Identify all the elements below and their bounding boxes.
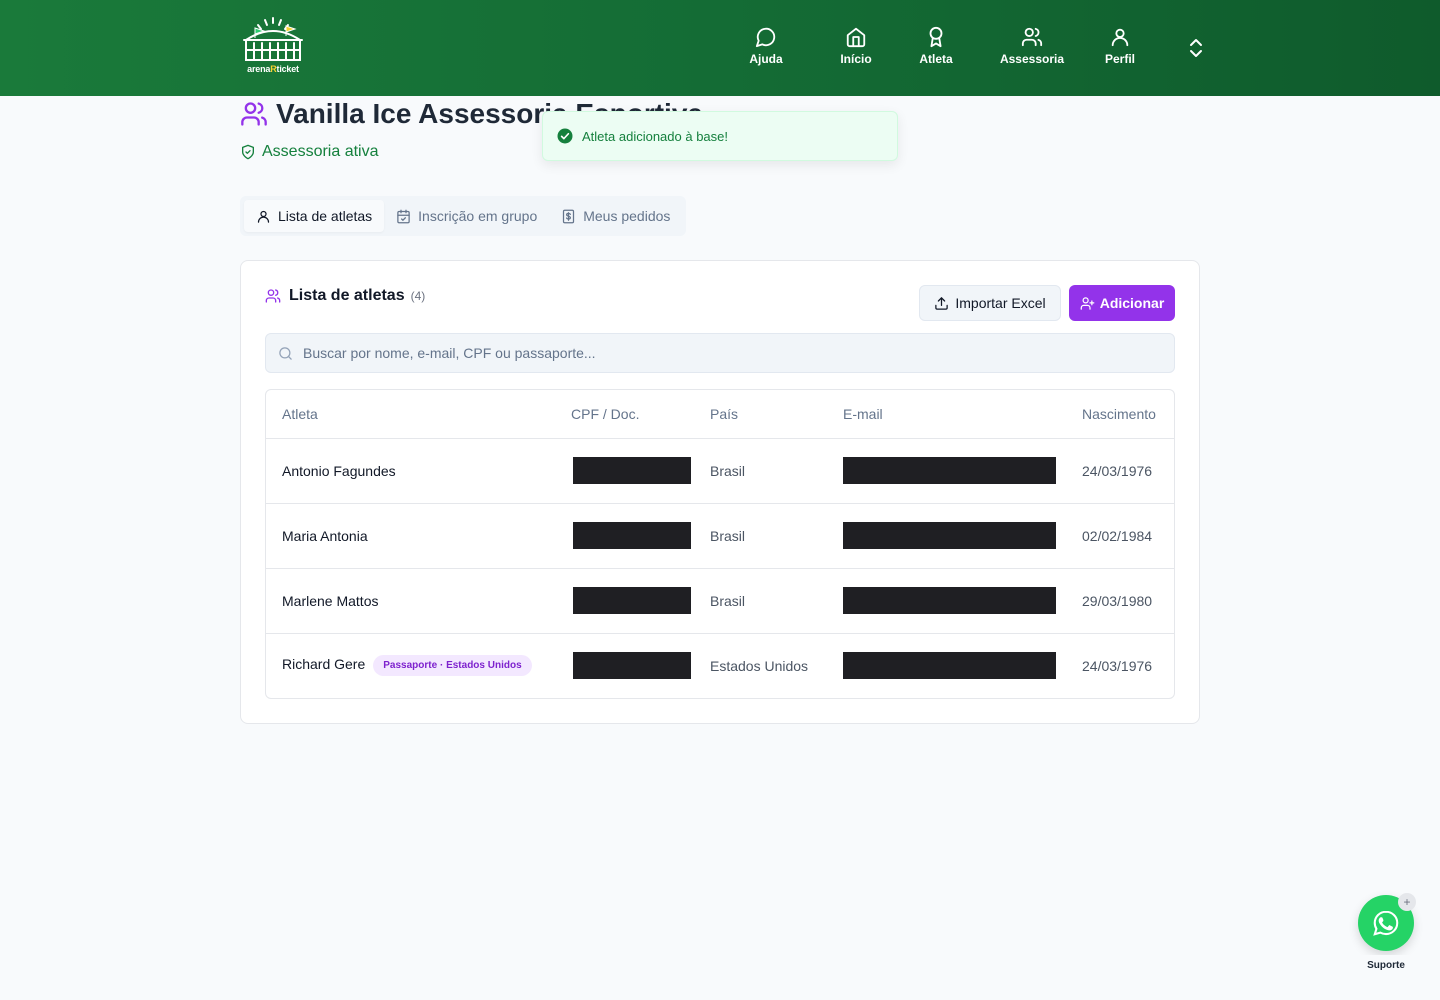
- column-header-nascimento: Nascimento: [1082, 390, 1174, 439]
- table-row[interactable]: Richard Gere Passaporte · Estados Unidos …: [266, 633, 1174, 698]
- user-plus-icon: [1080, 296, 1095, 310]
- nav-assessoria-label: Assessoria: [999, 52, 1065, 66]
- tab-label: Lista de atletas: [278, 208, 373, 224]
- athlete-name: Richard Gere: [282, 656, 366, 673]
- passport-badge: Passaporte · Estados Unidos: [373, 655, 532, 677]
- whatsapp-icon: [1373, 910, 1399, 936]
- nav-atleta-label: Atleta: [919, 52, 953, 66]
- athlete-country: Brasil: [710, 568, 843, 634]
- athlete-birthdate: 02/02/1984: [1082, 503, 1174, 569]
- athletes-table: Atleta CPF / Doc. País E-mail Nascimento…: [265, 389, 1175, 699]
- redacted-email: [843, 457, 1056, 484]
- redacted-email: [843, 522, 1056, 549]
- nav-inicio[interactable]: Início: [816, 26, 896, 66]
- athletes-card: Lista de atletas (4) Importar Excel Adic…: [240, 260, 1200, 724]
- column-header-atleta: Atleta: [266, 390, 571, 439]
- search-icon: [279, 346, 292, 360]
- athlete-name: Antonio Fagundes: [282, 462, 396, 479]
- nav-atleta[interactable]: Atleta: [896, 26, 976, 66]
- receipt-icon: [563, 209, 575, 223]
- logo-wordmark: arenaRticket: [247, 64, 299, 74]
- redacted-email: [843, 652, 1056, 680]
- nav-perfil-label: Perfil: [1104, 52, 1135, 66]
- calendar-check-icon: [397, 209, 410, 223]
- nav-ajuda-label: Ajuda: [749, 52, 783, 66]
- tabs-bar: Lista de atletas Inscrição em grupo Meus…: [240, 196, 687, 236]
- import-excel-button[interactable]: Importar Excel: [919, 285, 1061, 321]
- top-navbar: arenaRticket Ajuda Início Atleta Assesso…: [0, 0, 1440, 96]
- table-header-row: Atleta CPF / Doc. País E-mail Nascimento: [266, 390, 1174, 439]
- column-header-cpf: CPF / Doc.: [571, 390, 710, 439]
- redacted-document: [573, 457, 691, 484]
- main-nav: Ajuda Início Atleta Assessoria Perfil: [736, 26, 1208, 66]
- nav-inicio-label: Início: [840, 52, 872, 66]
- award-icon: [929, 26, 943, 48]
- arena-ticket-logo[interactable]: arenaRticket: [240, 16, 306, 76]
- redacted-email: [843, 587, 1056, 614]
- close-support-icon[interactable]: +: [1398, 893, 1416, 911]
- search-input[interactable]: [303, 345, 1163, 361]
- user-icon: [1111, 28, 1129, 47]
- column-header-pais: País: [710, 390, 843, 439]
- check-circle-icon: [557, 128, 573, 144]
- redacted-document: [573, 587, 691, 614]
- redacted-document: [573, 652, 691, 680]
- chevrons-up-down-icon[interactable]: [1184, 36, 1208, 60]
- athlete-country: Brasil: [710, 503, 843, 569]
- users-icon: [241, 102, 267, 126]
- athlete-count: (4): [410, 289, 426, 303]
- tab-inscricao-em-grupo[interactable]: Inscrição em grupo: [384, 200, 549, 232]
- add-athlete-button[interactable]: Adicionar: [1069, 285, 1175, 321]
- athlete-country: Estados Unidos: [710, 657, 809, 674]
- success-toast: Atleta adicionado à base!: [542, 111, 898, 161]
- status-text: Assessoria ativa: [262, 143, 379, 160]
- stadium-logo-icon: [243, 17, 303, 61]
- athlete-birthdate: 24/03/1976: [1082, 657, 1153, 674]
- nav-ajuda[interactable]: Ajuda: [736, 26, 796, 66]
- athlete-birthdate: 24/03/1976: [1082, 438, 1174, 504]
- home-icon: [846, 27, 866, 48]
- toast-message: Atleta adicionado à base!: [582, 128, 728, 144]
- card-title: Lista de atletas: [289, 287, 405, 304]
- tab-lista-de-atletas[interactable]: Lista de atletas: [244, 200, 385, 232]
- tab-label: Meus pedidos: [583, 208, 671, 224]
- tab-label: Inscrição em grupo: [418, 208, 538, 224]
- message-circle-icon: [755, 27, 776, 48]
- athlete-birthdate: 29/03/1980: [1082, 568, 1174, 634]
- nav-perfil[interactable]: Perfil: [1080, 26, 1160, 66]
- athlete-country: Brasil: [710, 438, 843, 504]
- shield-check-icon: [242, 144, 254, 160]
- support-label: Suporte: [1358, 955, 1414, 977]
- add-athlete-label: Adicionar: [1099, 295, 1165, 311]
- users-icon: [265, 289, 281, 303]
- card-header: Lista de atletas (4): [265, 287, 425, 305]
- users-icon: [1021, 27, 1043, 47]
- column-header-email: E-mail: [843, 390, 1082, 439]
- table-row[interactable]: Maria Antonia Brasil 02/02/1984: [266, 503, 1174, 569]
- nav-assessoria[interactable]: Assessoria: [984, 26, 1080, 66]
- user-icon: [257, 210, 270, 223]
- search-box: [265, 333, 1175, 373]
- athlete-name: Maria Antonia: [282, 527, 368, 544]
- status-badge: Assessoria ativa: [240, 143, 379, 161]
- upload-icon: [935, 296, 949, 310]
- athlete-name: Marlene Mattos: [282, 592, 379, 609]
- redacted-document: [573, 522, 691, 549]
- table-row[interactable]: Marlene Mattos Brasil 29/03/1980: [266, 568, 1174, 634]
- tab-meus-pedidos[interactable]: Meus pedidos: [549, 200, 682, 232]
- import-excel-label: Importar Excel: [955, 295, 1046, 311]
- table-row[interactable]: Antonio Fagundes Brasil 24/03/1976: [266, 438, 1174, 504]
